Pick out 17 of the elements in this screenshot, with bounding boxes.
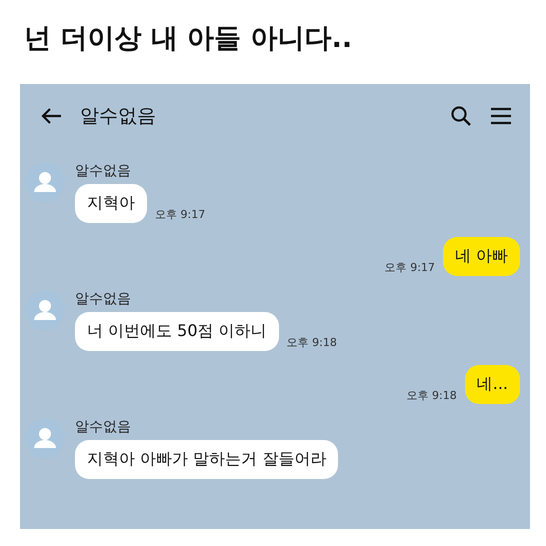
sender-name: 알수없음 [75,290,132,308]
message-bubble: 네 아빠 [442,237,520,276]
message-time: 오후 9:18 [286,335,337,350]
message-bubble: 지혁아 아빠가 말하는거 잘들어라 [75,440,338,479]
sender-name: 알수없음 [75,162,132,180]
message-bubble: 지혁아 [75,184,147,223]
search-icon[interactable] [450,105,472,127]
menu-icon[interactable] [490,107,512,125]
message-time: 오후 9:18 [406,388,457,403]
message-bubble: 너 이번에도 50점 이하니 [75,312,279,351]
back-icon[interactable] [40,107,62,125]
headline: 넌 더이상 내 아들 아니다.. [24,22,352,56]
message-time: 오후 9:17 [155,207,206,222]
message-bubble: 네... [464,365,520,404]
chat-title: 알수없음 [80,104,157,129]
sender-name: 알수없음 [75,418,132,436]
message-time: 오후 9:17 [384,260,435,275]
